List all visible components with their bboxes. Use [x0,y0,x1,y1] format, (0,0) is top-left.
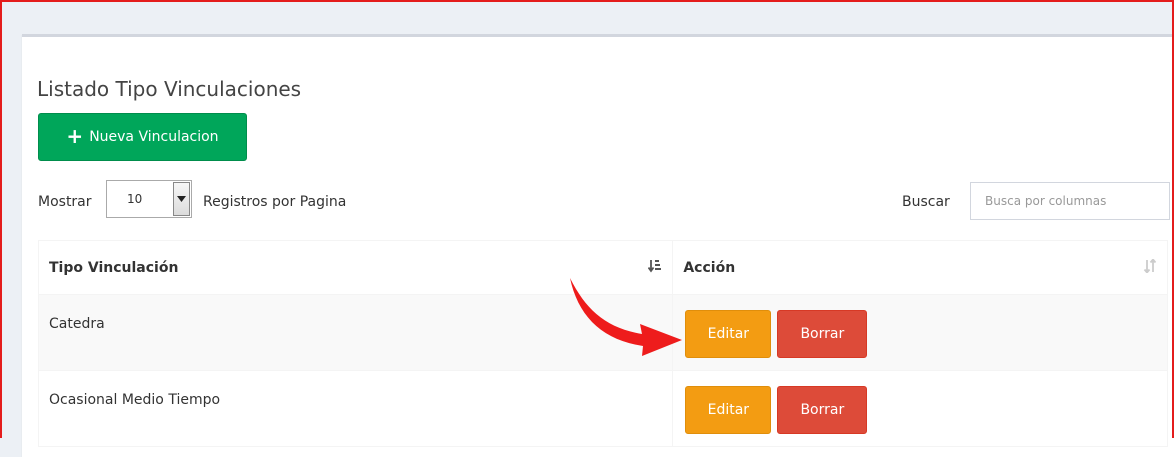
search-label: Buscar [902,194,950,210]
page-title: Listado Tipo Vinculaciones [37,77,302,101]
delete-button[interactable]: Borrar [777,310,868,358]
new-vinculacion-label: Nueva Vinculacion [89,129,219,145]
column-header-accion[interactable]: Acción [672,240,1168,295]
accion-cell: Editar Borrar [672,294,1168,371]
length-suffix-label: Registros por Pagina [203,194,347,210]
column-header-tipo-label: Tipo Vinculación [49,259,179,276]
accion-cell: Editar Borrar [672,370,1168,447]
tipo-cell: Ocasional Medio Tiempo [37,370,674,447]
delete-button[interactable]: Borrar [777,386,868,434]
content-box: Listado Tipo Vinculaciones + Nueva Vincu… [22,34,1174,457]
annotation-arrow-icon [570,278,682,356]
records-per-page-select[interactable]: 10 [106,180,192,218]
edit-button[interactable]: Editar [685,386,772,434]
edit-button[interactable]: Editar [685,310,772,358]
chevron-down-icon[interactable] [173,182,190,216]
new-vinculacion-button[interactable]: + Nueva Vinculacion [38,113,247,161]
records-per-page-value: 10 [127,192,143,206]
plus-icon: + [66,124,84,148]
table-row: Ocasional Medio Tiempo Editar Borrar [37,370,1168,447]
tipo-value: Ocasional Medio Tiempo [49,392,221,408]
search-input[interactable] [970,182,1170,220]
length-prefix-label: Mostrar [38,194,92,210]
sort-both-icon[interactable] [1143,258,1157,277]
column-header-accion-label: Acción [683,259,736,276]
